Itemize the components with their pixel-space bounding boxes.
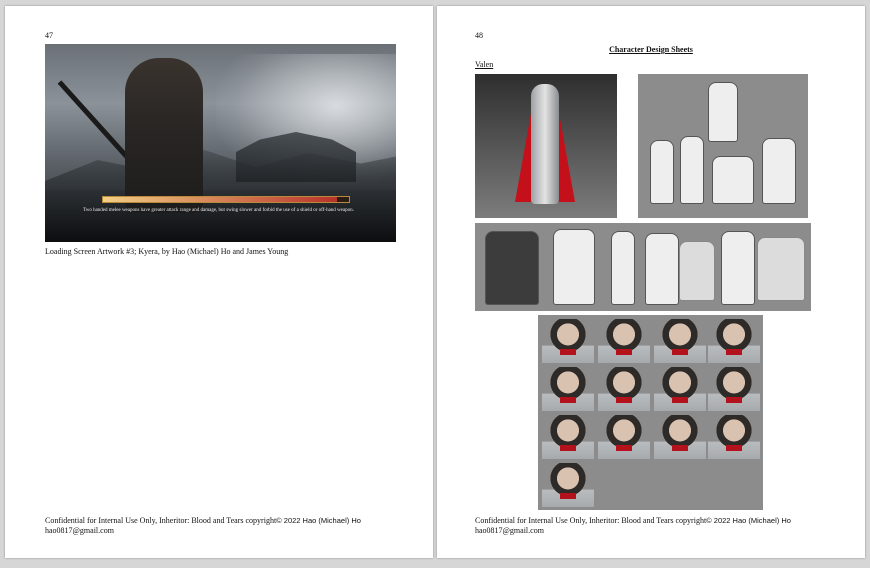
pose-sketch-figure	[712, 156, 754, 204]
valen-turnaround-sheet	[475, 223, 811, 311]
expression-face	[708, 415, 760, 459]
character-name-heading: Valen	[475, 60, 494, 69]
kyera-character-figure	[125, 58, 203, 213]
document-page-47: 47 Two handed melee weapons have greater…	[5, 6, 433, 558]
page-number: 47	[45, 31, 53, 40]
valen-color-illustration	[475, 74, 617, 218]
loading-bar	[102, 196, 350, 203]
turnaround-figure	[679, 241, 715, 301]
footer-email: hao0817@gmail.com	[45, 526, 114, 535]
expression-face	[542, 463, 594, 507]
pose-sketch-figure	[708, 82, 738, 142]
expression-face	[598, 415, 650, 459]
valen-expression-sheet	[538, 315, 763, 510]
turnaround-figure	[553, 229, 595, 305]
expression-face	[542, 367, 594, 411]
expression-face	[708, 319, 760, 363]
valen-pose-sketches	[638, 74, 808, 218]
section-title: Character Design Sheets	[609, 45, 693, 54]
page-footer: Confidential for Internal Use Only, Inhe…	[475, 516, 855, 536]
page-footer: Confidential for Internal Use Only, Inhe…	[45, 516, 425, 536]
turnaround-figure	[757, 237, 805, 301]
expression-face	[598, 319, 650, 363]
expression-face	[542, 415, 594, 459]
armor-figure-shape	[531, 84, 559, 204]
pose-sketch-figure	[650, 140, 674, 204]
footer-copyright-text: © 2022 Hao (Michael) Ho	[706, 516, 791, 525]
loading-bar-fill	[103, 197, 337, 202]
turnaround-figure	[485, 231, 539, 305]
turnaround-figure	[721, 231, 755, 305]
expression-face	[598, 367, 650, 411]
footer-confidential-text: Confidential for Internal Use Only, Inhe…	[475, 516, 707, 525]
loading-screen-artwork: Two handed melee weapons have greater at…	[45, 44, 396, 242]
artwork-caption: Loading Screen Artwork #3; Kyera, by Hao…	[45, 247, 289, 256]
pose-sketch-figure	[680, 136, 704, 204]
page-number: 48	[475, 31, 483, 40]
turnaround-figure	[611, 231, 635, 305]
document-page-48: 48 Character Design Sheets Valen Confide…	[437, 6, 865, 558]
loading-tip-text: Two handed melee weapons have greater at…	[83, 208, 354, 213]
footer-confidential-text: Confidential for Internal Use Only, Inhe…	[45, 516, 277, 525]
pose-sketch-figure	[762, 138, 796, 204]
expression-face	[654, 367, 706, 411]
footer-copyright-line: Confidential for Internal Use Only, Inhe…	[45, 516, 425, 526]
footer-email: hao0817@gmail.com	[475, 526, 544, 535]
expression-face	[542, 319, 594, 363]
expression-face	[654, 415, 706, 459]
footer-copyright-line: Confidential for Internal Use Only, Inhe…	[475, 516, 855, 526]
turnaround-figure	[645, 233, 679, 305]
footer-copyright-text: © 2022 Hao (Michael) Ho	[276, 516, 361, 525]
expression-face	[708, 367, 760, 411]
expression-face	[654, 319, 706, 363]
